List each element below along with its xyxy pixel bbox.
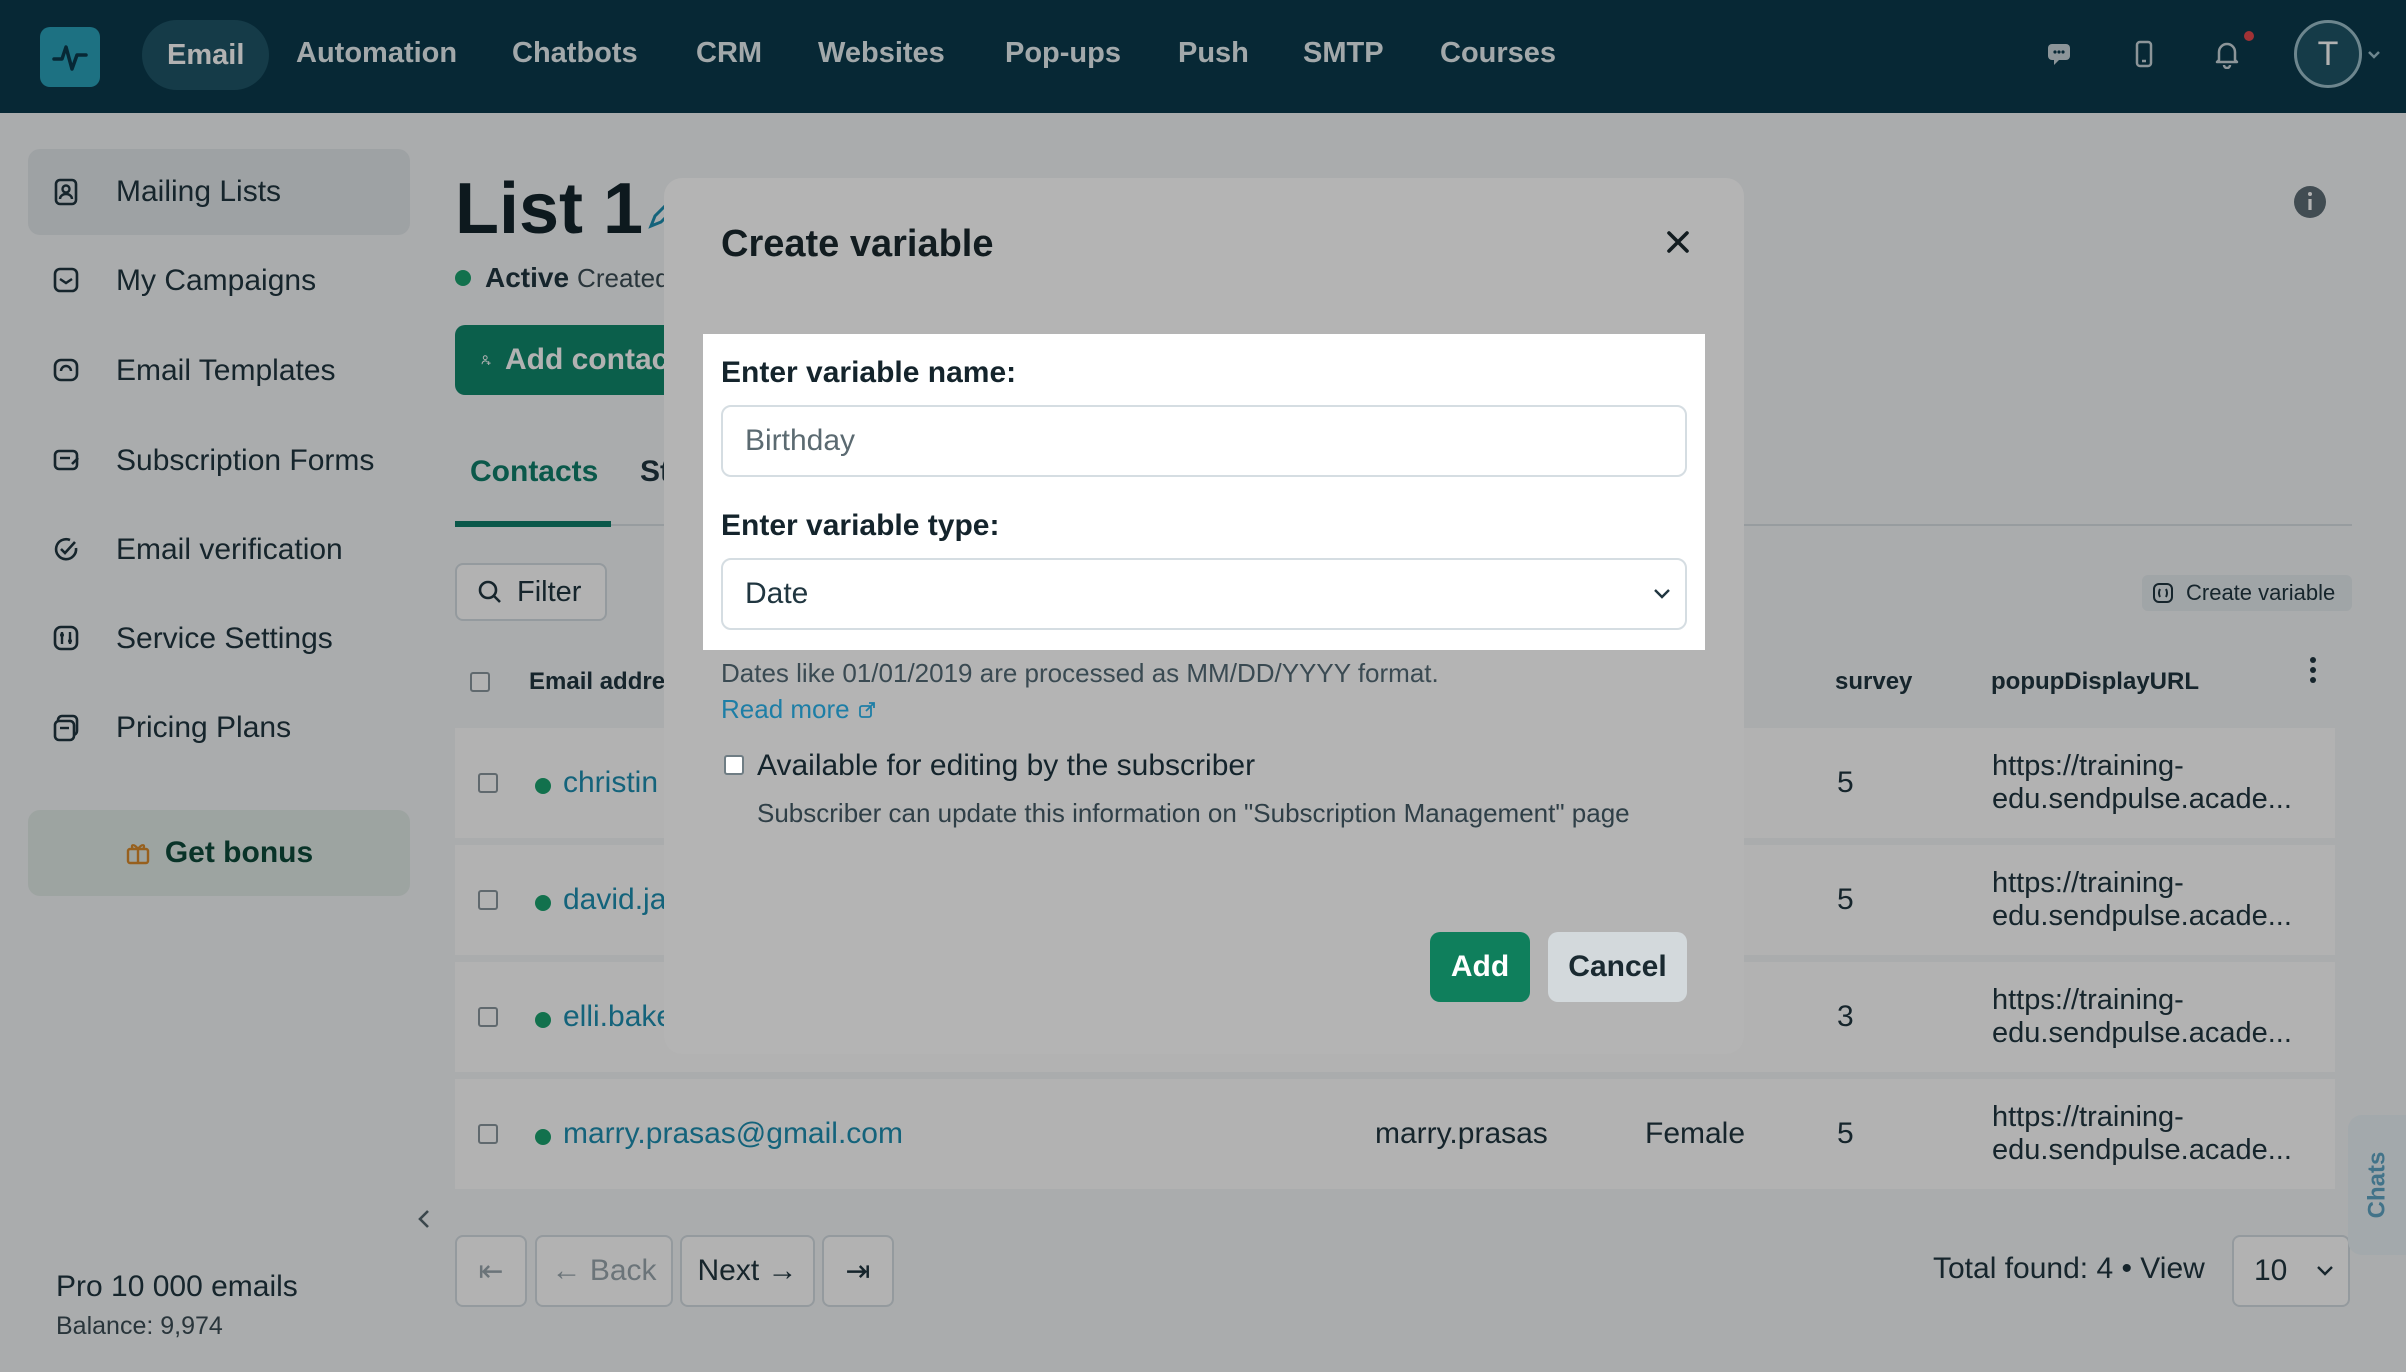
variable-type-select[interactable]: Date (721, 558, 1687, 630)
variable-name-label: Enter variable name: (721, 356, 1017, 389)
variable-name-input[interactable]: Birthday (721, 405, 1687, 477)
read-more-link[interactable]: Read more (721, 694, 876, 725)
variable-type-value: Date (745, 577, 809, 610)
read-more-label: Read more (721, 694, 850, 724)
cancel-button[interactable]: Cancel (1548, 932, 1687, 1002)
dialog-title: Create variable (721, 223, 994, 265)
close-icon[interactable] (1664, 228, 1692, 256)
date-format-hint: Dates like 01/01/2019 are processed as M… (721, 658, 1439, 688)
external-link-icon (858, 701, 875, 718)
subscriber-editable-description: Subscriber can update this information o… (757, 798, 1630, 828)
add-button[interactable]: Add (1430, 932, 1530, 1002)
variable-type-label: Enter variable type: (721, 509, 1000, 542)
subscriber-editable-label[interactable]: Available for editing by the subscriber (757, 749, 1255, 783)
subscriber-editable-checkbox[interactable] (724, 755, 744, 775)
create-variable-dialog: Create variable Enter variable name: Bir… (664, 178, 1744, 1054)
